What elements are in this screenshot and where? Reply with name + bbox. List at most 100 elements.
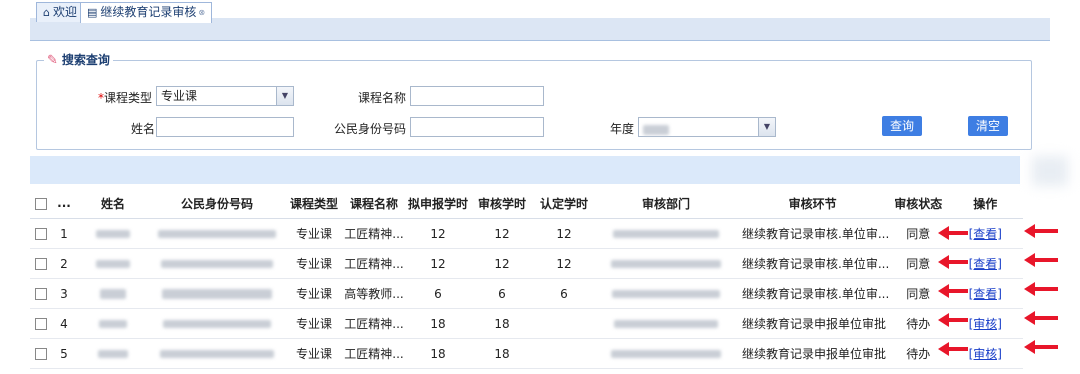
- annotation-arrow: [1024, 340, 1058, 354]
- table-row[interactable]: 1 专业课 工匠精神... 12 12 12 继续教育记录审核.单位审... 同…: [30, 218, 1024, 249]
- id-cell: [150, 338, 284, 369]
- annotation-arrow: [938, 284, 968, 298]
- search-legend: ✎ 搜索查询: [44, 52, 113, 68]
- recognized-hours-cell: 12: [532, 218, 596, 249]
- course-type-select[interactable]: 专业课 ▼: [156, 86, 294, 106]
- view-link[interactable]: [查看]: [969, 257, 1002, 271]
- department-cell: [596, 308, 736, 339]
- col-header-status[interactable]: 审核状态: [889, 188, 948, 219]
- declared-hours-cell: 6: [404, 278, 472, 309]
- course-type-cell: 专业课: [284, 308, 344, 339]
- annotation-arrow: [1024, 224, 1058, 238]
- query-button[interactable]: 查询: [882, 116, 922, 136]
- select-all-checkbox[interactable]: [35, 197, 47, 210]
- row-checkbox[interactable]: [35, 258, 47, 270]
- chevron-down-icon[interactable]: ▼: [276, 87, 293, 105]
- annotation-arrow: [938, 226, 968, 240]
- row-number: 4: [52, 308, 76, 339]
- annotation-arrow: [938, 313, 968, 327]
- stage-cell: 继续教育记录审核.单位审...: [736, 278, 890, 309]
- review-link[interactable]: [审核]: [969, 317, 1002, 331]
- tab-continuing-education-review[interactable]: ▤ 继续教育记录审核 ⊗: [80, 2, 213, 23]
- recognized-hours-cell: [532, 338, 596, 369]
- action-cell: [查看]: [947, 278, 1024, 309]
- id-number-label: 公民身份号码: [334, 122, 407, 136]
- course-type-cell: 专业课: [284, 218, 344, 249]
- blurred-region: [1032, 156, 1068, 186]
- recognized-hours-cell: [532, 308, 596, 339]
- row-number: 3: [52, 278, 76, 309]
- course-name-label: 课程名称: [358, 91, 407, 105]
- col-header-id[interactable]: 公民身份号码: [150, 188, 284, 219]
- search-legend-title: 搜索查询: [61, 53, 110, 67]
- table-row[interactable]: 3 专业课 高等教师... 6 6 6 继续教育记录审核.单位审... 同意 […: [30, 278, 1024, 309]
- view-link[interactable]: [查看]: [969, 227, 1002, 241]
- col-header-audited-hours[interactable]: 审核学时: [472, 188, 532, 219]
- select-all-header[interactable]: [30, 188, 52, 219]
- course-name-cell: 高等教师...: [344, 278, 404, 309]
- tab-welcome[interactable]: ⌂ 欢迎: [36, 2, 84, 22]
- name-cell: [76, 308, 150, 339]
- col-header-declared-hours[interactable]: 拟申报学时: [404, 188, 472, 219]
- course-name-input[interactable]: [410, 86, 544, 106]
- name-input[interactable]: [156, 117, 294, 137]
- view-link[interactable]: [查看]: [969, 287, 1002, 301]
- year-select[interactable]: ▼: [638, 117, 776, 137]
- close-icon[interactable]: ⊗: [198, 8, 205, 17]
- id-cell: [150, 278, 284, 309]
- course-name-cell: 工匠精神...: [344, 308, 404, 339]
- review-link[interactable]: [审核]: [969, 347, 1002, 361]
- course-type-label: *课程类型: [98, 89, 152, 106]
- col-header-course-name[interactable]: 课程名称: [344, 188, 404, 219]
- row-checkbox[interactable]: [35, 228, 47, 240]
- id-cell: [150, 308, 284, 339]
- col-header-course-type[interactable]: 课程类型: [284, 188, 344, 219]
- table-row[interactable]: 4 专业课 工匠精神... 18 18 继续教育记录申报单位审批 待办 [审核]: [30, 308, 1024, 339]
- audited-hours-cell: 12: [472, 248, 532, 279]
- action-cell: [审核]: [947, 308, 1024, 339]
- recognized-hours-cell: 6: [532, 278, 596, 309]
- id-cell: [150, 218, 284, 249]
- table-header-row: ... 姓名 公民身份号码 课程类型 课程名称 拟申报学时 审核学时 认定学时 …: [30, 188, 1024, 219]
- col-header-name[interactable]: 姓名: [76, 188, 150, 219]
- annotation-arrow: [938, 255, 968, 269]
- department-cell: [596, 248, 736, 279]
- department-cell: [596, 338, 736, 369]
- row-checkbox[interactable]: [35, 288, 47, 300]
- course-type-label-text: 课程类型: [104, 91, 153, 105]
- course-type-value: 专业课: [161, 89, 198, 103]
- stage-cell: 继续教育记录审核.单位审...: [736, 248, 890, 279]
- row-checkbox[interactable]: [35, 318, 47, 330]
- course-name-cell: 工匠精神...: [344, 338, 404, 369]
- audited-hours-cell: 12: [472, 218, 532, 249]
- table-row[interactable]: 5 专业课 工匠精神... 18 18 继续教育记录申报单位审批 待办 [审核]: [30, 338, 1024, 369]
- annotation-arrow: [1024, 282, 1058, 296]
- recognized-hours-cell: 12: [532, 248, 596, 279]
- year-value-redacted: [643, 124, 669, 135]
- chevron-down-icon[interactable]: ▼: [758, 118, 775, 136]
- name-cell: [76, 218, 150, 249]
- clear-button[interactable]: 清空: [968, 116, 1008, 136]
- course-name-cell: 工匠精神...: [344, 248, 404, 279]
- course-type-cell: 专业课: [284, 278, 344, 309]
- audited-hours-cell: 6: [472, 278, 532, 309]
- col-header-stage[interactable]: 审核环节: [736, 188, 890, 219]
- department-cell: [596, 278, 736, 309]
- name-cell: [76, 338, 150, 369]
- annotation-arrow: [1024, 311, 1058, 325]
- row-checkbox[interactable]: [35, 348, 47, 360]
- col-header-index: ...: [52, 188, 76, 219]
- col-header-recognized-hours[interactable]: 认定学时: [532, 188, 596, 219]
- annotation-arrow: [1024, 253, 1058, 267]
- table-row[interactable]: 2 专业课 工匠精神... 12 12 12 继续教育记录审核.单位审... 同…: [30, 248, 1024, 279]
- declared-hours-cell: 12: [404, 248, 472, 279]
- name-cell: [76, 278, 150, 309]
- col-header-department[interactable]: 审核部门: [596, 188, 736, 219]
- row-number: 5: [52, 338, 76, 369]
- id-cell: [150, 248, 284, 279]
- grid-toolbar: [30, 156, 1020, 184]
- id-number-input[interactable]: [410, 117, 544, 137]
- records-table: ... 姓名 公民身份号码 课程类型 课程名称 拟申报学时 审核学时 认定学时 …: [30, 188, 1024, 369]
- audited-hours-cell: 18: [472, 338, 532, 369]
- year-label: 年度: [610, 122, 635, 136]
